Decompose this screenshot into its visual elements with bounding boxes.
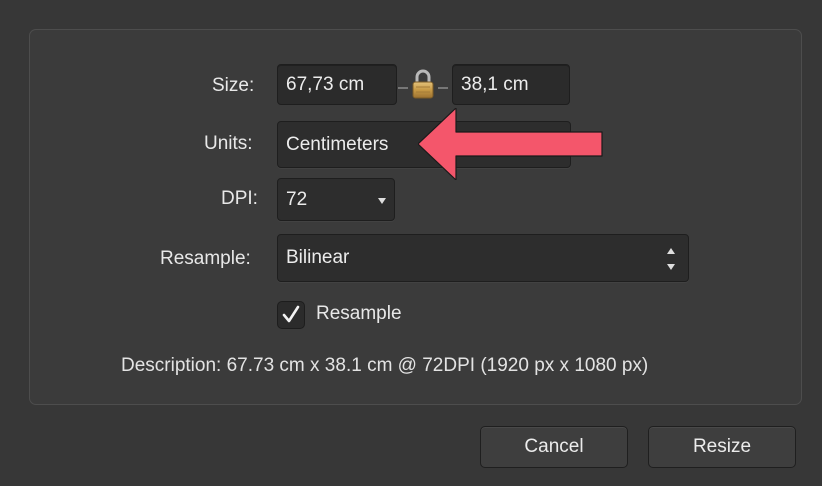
width-value: 67,73 cm	[286, 73, 365, 95]
up-down-arrows-icon	[666, 247, 676, 271]
dpi-label: DPI:	[221, 188, 258, 209]
description-text: Description: 67.73 cm x 38.1 cm @ 72DPI …	[121, 355, 649, 376]
cancel-button-label: Cancel	[524, 436, 584, 457]
dpi-combobox[interactable]: 72	[277, 178, 395, 221]
lock-icon	[412, 69, 434, 99]
units-value: Centimeters	[286, 133, 389, 155]
chevron-down-icon[interactable]	[378, 198, 386, 204]
resample-checkbox-label[interactable]: Resample	[316, 303, 402, 325]
resample-label: Resample:	[160, 248, 251, 269]
height-field[interactable]: 38,1 cm	[452, 64, 570, 105]
resize-button[interactable]: Resize	[648, 426, 796, 468]
annotation-arrow-icon	[418, 108, 603, 180]
resample-select[interactable]: Bilinear	[277, 234, 689, 282]
resize-document-dialog: Size: 67,73 cm 38,1 cm Units: Centimeter…	[0, 0, 822, 486]
aspect-lock-button[interactable]	[398, 64, 448, 108]
dpi-value: 72	[286, 188, 308, 210]
checkmark-icon	[282, 305, 300, 323]
resize-button-label: Resize	[692, 436, 752, 457]
units-label: Units:	[204, 133, 253, 154]
lock-link-line-right	[438, 87, 448, 89]
resample-value: Bilinear	[286, 247, 350, 268]
cancel-button[interactable]: Cancel	[480, 426, 628, 468]
lock-link-line-left	[398, 87, 408, 89]
width-field[interactable]: 67,73 cm	[277, 64, 397, 105]
size-label: Size:	[212, 75, 255, 96]
height-value: 38,1 cm	[461, 73, 529, 95]
resample-checkbox[interactable]	[277, 301, 305, 329]
